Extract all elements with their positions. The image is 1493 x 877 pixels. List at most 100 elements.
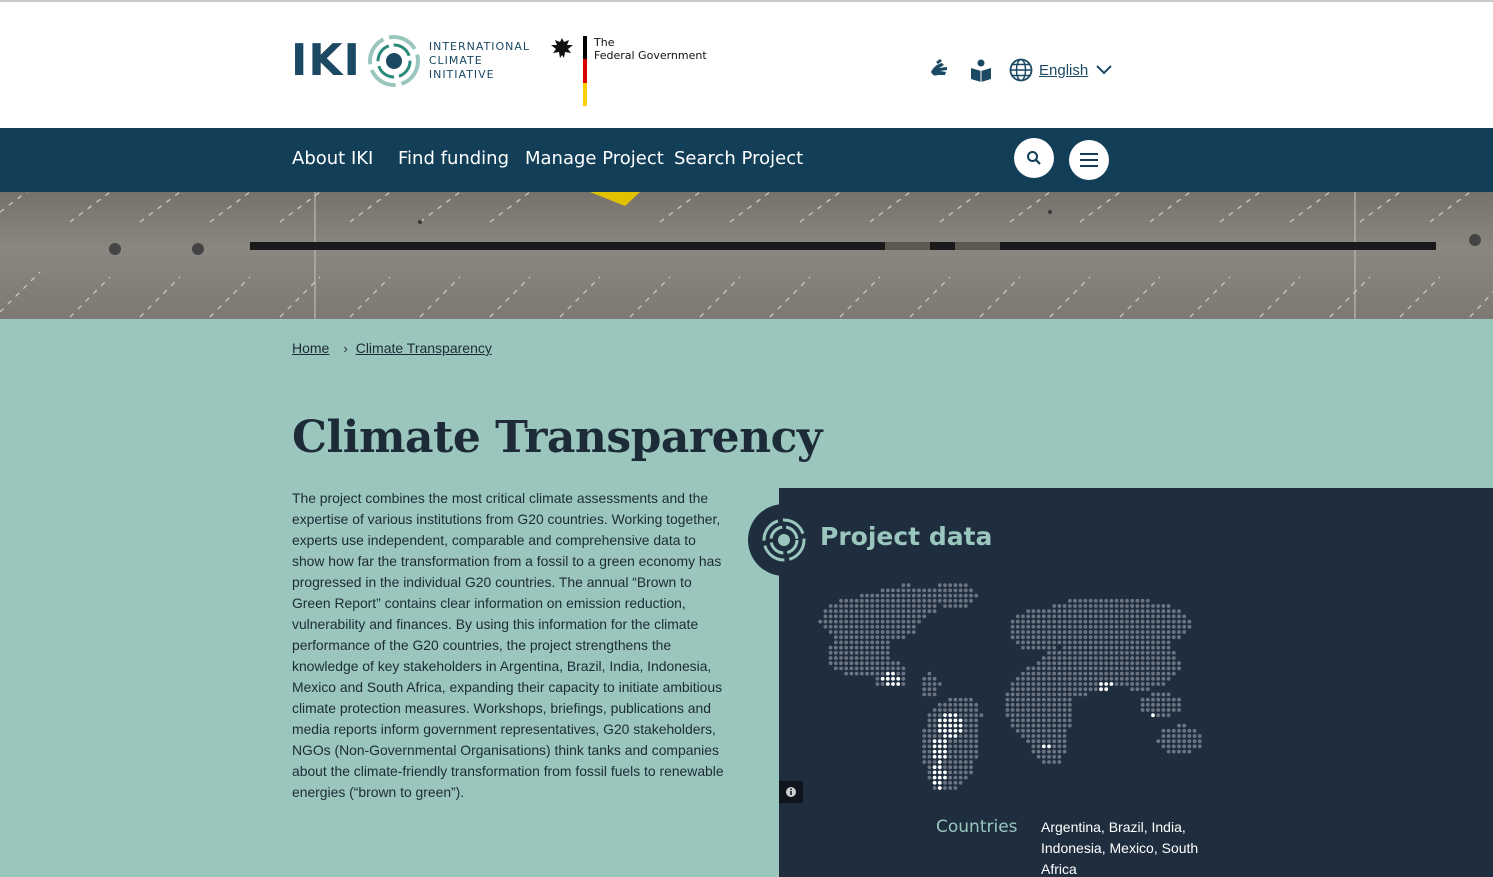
breadcrumb-home[interactable]: Home xyxy=(292,340,329,356)
map-dot xyxy=(1151,713,1155,718)
map-dot xyxy=(1156,656,1161,660)
map-dot xyxy=(880,676,885,681)
map-dot xyxy=(1182,723,1187,728)
map-dot xyxy=(1140,598,1145,603)
map-dot xyxy=(880,593,885,598)
map-dot xyxy=(1140,609,1145,614)
map-dot xyxy=(953,702,958,707)
map-dot xyxy=(854,635,859,640)
map-dot xyxy=(1166,635,1171,640)
sign-language-icon[interactable] xyxy=(927,56,955,84)
map-dot xyxy=(1031,619,1036,624)
search-icon xyxy=(1027,151,1041,165)
map-dot xyxy=(927,593,932,598)
language-selector[interactable]: English xyxy=(1009,58,1112,82)
map-dot xyxy=(1052,682,1057,686)
map-dot xyxy=(1021,728,1025,733)
map-dot xyxy=(1047,739,1051,744)
map-dot xyxy=(1088,614,1093,619)
nav-about-iki[interactable]: About IKI xyxy=(292,148,373,169)
map-dot xyxy=(1031,624,1036,629)
map-dot xyxy=(1151,604,1155,608)
map-dot xyxy=(1145,697,1150,702)
map-dot xyxy=(1052,692,1057,697)
federal-government-logo[interactable]: The Federal Government xyxy=(549,36,707,106)
map-dot xyxy=(1140,624,1145,629)
map-dot xyxy=(1067,604,1072,608)
map-dot xyxy=(870,624,875,629)
map-dot xyxy=(1005,708,1010,712)
map-dot xyxy=(953,770,958,775)
map-dot xyxy=(1177,630,1181,634)
map-dot xyxy=(1073,619,1077,624)
map-dot xyxy=(844,671,849,676)
map-dot xyxy=(849,624,854,629)
map-dot xyxy=(1182,728,1187,733)
menu-button[interactable] xyxy=(1069,140,1109,180)
map-dot xyxy=(1104,682,1109,686)
map-dot xyxy=(1156,713,1161,718)
map-dot xyxy=(906,619,911,624)
map-dot xyxy=(1161,676,1166,681)
map-dot xyxy=(958,713,963,718)
map-dot xyxy=(1015,635,1020,640)
map-dot xyxy=(922,604,927,608)
map-dot xyxy=(1166,650,1171,655)
map-dot xyxy=(1135,650,1140,655)
breadcrumb-current[interactable]: Climate Transparency xyxy=(356,340,492,356)
map-dot xyxy=(1166,624,1171,629)
nav-manage-project[interactable]: Manage Project xyxy=(525,148,664,169)
map-dot xyxy=(1182,739,1187,744)
map-dot xyxy=(1052,630,1057,634)
easy-language-icon[interactable] xyxy=(967,56,995,84)
map-dot xyxy=(1026,630,1031,634)
map-dot xyxy=(901,604,906,608)
map-dot xyxy=(875,604,880,608)
map-dot xyxy=(1119,666,1124,671)
map-dot xyxy=(1047,749,1051,754)
nav-search-project[interactable]: Search Project xyxy=(674,148,803,169)
map-dot xyxy=(828,624,833,629)
info-button[interactable] xyxy=(779,781,803,803)
map-dot xyxy=(917,614,921,619)
map-dot xyxy=(1109,666,1114,671)
map-dot xyxy=(1114,671,1119,676)
map-dot xyxy=(1083,614,1088,619)
map-dot xyxy=(1021,718,1025,723)
map-dot xyxy=(1067,692,1072,697)
map-dot xyxy=(1041,734,1046,738)
iki-logo[interactable]: IKI INTERNATIONAL CLIMATE INITIATIVE xyxy=(291,34,530,88)
map-dot xyxy=(932,588,937,593)
map-dot xyxy=(1041,645,1046,650)
map-dot xyxy=(1140,645,1145,650)
map-dot xyxy=(1119,671,1124,676)
map-dot xyxy=(943,775,947,780)
map-dot xyxy=(1057,650,1062,655)
map-dot xyxy=(1130,630,1135,634)
map-dot xyxy=(1057,609,1062,614)
map-dot xyxy=(854,640,859,645)
map-dot xyxy=(1187,739,1192,744)
map-dot xyxy=(1156,630,1161,634)
map-dot xyxy=(1145,619,1150,624)
map-dot xyxy=(1099,682,1103,686)
nav-find-funding[interactable]: Find funding xyxy=(398,148,509,169)
map-dot xyxy=(932,754,937,759)
map-dot xyxy=(1078,640,1083,645)
map-dot xyxy=(1166,692,1171,697)
map-dot xyxy=(1073,624,1077,629)
map-dot xyxy=(880,619,885,624)
map-dot xyxy=(823,619,828,624)
map-dot xyxy=(865,598,869,603)
map-dot xyxy=(1145,671,1150,676)
search-button[interactable] xyxy=(1014,138,1054,178)
menu-icon xyxy=(1080,153,1098,167)
logo-sub-line: CLIMATE xyxy=(428,54,483,67)
map-dot xyxy=(958,598,963,603)
map-dot xyxy=(1156,739,1161,744)
map-dot xyxy=(1093,645,1098,650)
iki-ring-icon xyxy=(762,518,806,562)
map-dot xyxy=(1088,666,1093,671)
map-dot xyxy=(1078,604,1083,608)
map-dot xyxy=(1093,635,1098,640)
